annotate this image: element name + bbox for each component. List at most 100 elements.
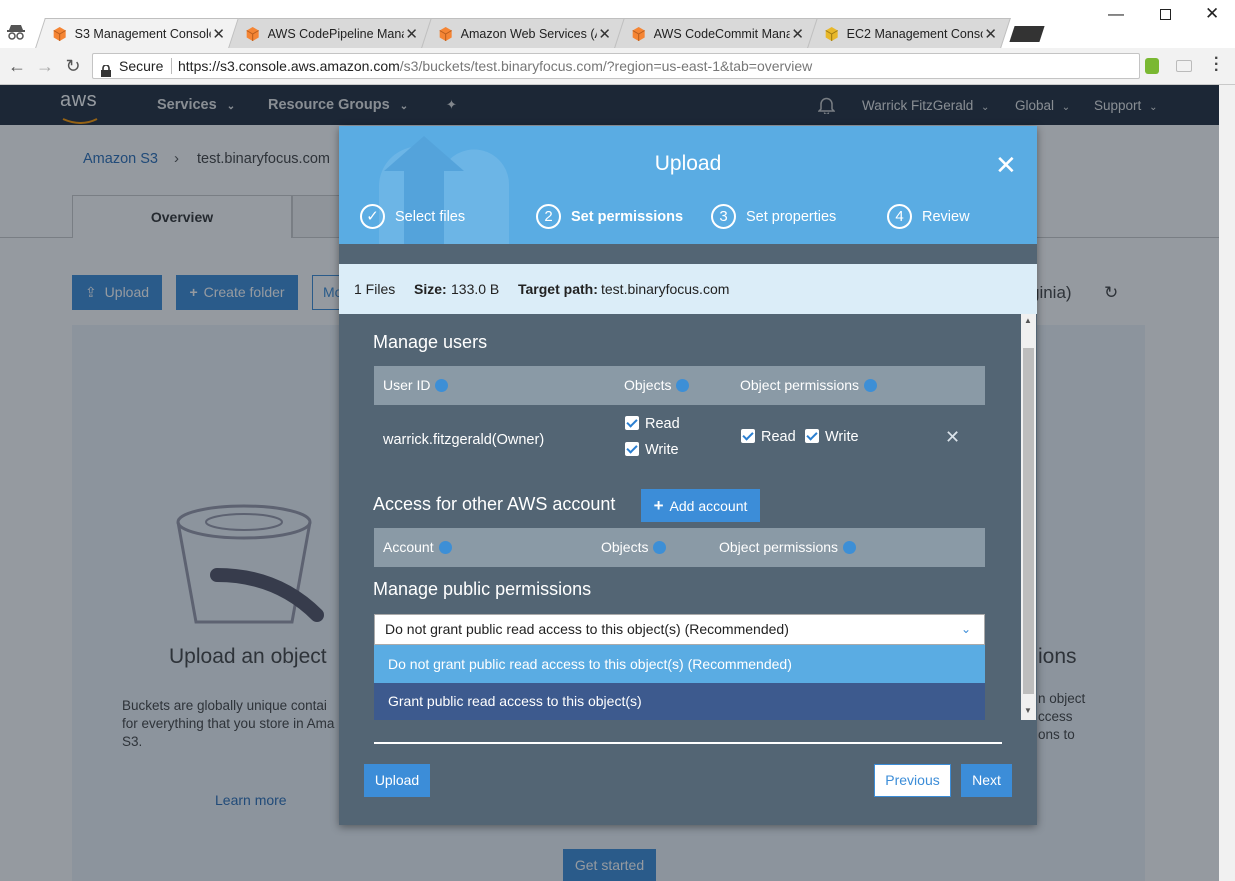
col-objects-label: Objects: [624, 377, 672, 393]
scrollbar-thumb[interactable]: [1023, 348, 1034, 694]
info-icon[interactable]: [843, 541, 857, 554]
url-divider: [171, 58, 172, 74]
url-path: /s3/buckets/test.binaryfocus.com/?region…: [399, 58, 813, 74]
browser-tab-codepipeline[interactable]: AWS CodePipeline Mana ✕: [228, 18, 432, 48]
tab-title: Amazon Web Services (A: [460, 26, 597, 41]
dialog-scrollbar[interactable]: ▲ ▼: [1021, 314, 1036, 720]
perm-write-checkbox[interactable]: Write: [805, 429, 859, 445]
tab-title: AWS CodePipeline Mana: [267, 26, 404, 41]
size-label: Size:: [414, 281, 447, 297]
file-count: 1 Files: [354, 281, 396, 297]
target-path-label: Target path:: [518, 281, 598, 297]
minimize-window-icon[interactable]: —: [1108, 6, 1124, 24]
upload-now-button[interactable]: Upload: [364, 764, 430, 797]
previous-button[interactable]: Previous: [874, 764, 951, 797]
incognito-icon: [6, 24, 26, 40]
col-object-permissions: Object permissions: [740, 377, 878, 393]
checkbox-checked-icon: [625, 442, 639, 456]
reload-icon[interactable]: ↻: [62, 55, 84, 77]
footer-divider: [374, 742, 1002, 744]
other-accounts-heading: Access for other AWS account: [373, 494, 616, 514]
col-user-id: User ID: [383, 377, 449, 393]
new-tab-button[interactable]: [1009, 26, 1045, 42]
plus-icon: +: [653, 496, 664, 515]
checkbox-label: Write: [645, 442, 679, 458]
close-tab-icon[interactable]: ✕: [211, 25, 227, 43]
col-objects: Objects: [624, 377, 690, 393]
upload-dialog: Upload ✕ ✓ Select files 2 Set permissions …: [339, 126, 1037, 825]
user-id-value: warrick.fitzgerald(Owner): [383, 432, 545, 448]
checkbox-label: Read: [761, 429, 796, 445]
step-set-permissions[interactable]: 2 Set permissions: [536, 204, 683, 229]
chevron-down-icon: ⌄: [961, 622, 972, 636]
aws-cube-icon: [246, 26, 260, 41]
check-circle-icon: ✓: [360, 204, 385, 229]
public-permissions-heading: Manage public permissions: [373, 579, 592, 599]
col-object-permissions: Object permissions: [719, 539, 857, 555]
close-icon[interactable]: ✕: [995, 152, 1017, 178]
checkbox-checked-icon: [741, 429, 755, 443]
close-tab-icon[interactable]: ✕: [983, 25, 999, 43]
tab-title: EC2 Management Conso: [846, 26, 983, 41]
step-review[interactable]: 4 Review: [887, 204, 970, 229]
info-icon[interactable]: [438, 541, 452, 554]
col-account: Account: [383, 539, 452, 555]
users-table-header: User ID Objects Object permissions: [374, 366, 985, 405]
close-tab-icon[interactable]: ✕: [404, 25, 420, 43]
lock-icon: [101, 60, 111, 77]
col-account-label: Account: [383, 539, 434, 555]
checkbox-label: Read: [645, 416, 680, 432]
checkbox-checked-icon: [625, 416, 639, 430]
scroll-down-arrow-icon[interactable]: ▼: [1024, 706, 1032, 715]
menu-dots-icon[interactable]: · · ·: [1214, 51, 1219, 79]
accounts-table-header: Account Objects Object permissions: [374, 528, 985, 567]
col-objects-label: Objects: [601, 539, 649, 555]
step-label: Review: [922, 208, 970, 225]
scroll-up-arrow-icon[interactable]: ▲: [1024, 316, 1032, 325]
col-user-id-label: User ID: [383, 377, 431, 393]
browser-tab-s3[interactable]: S3 Management Console ✕: [35, 18, 239, 48]
secure-label: Secure: [119, 58, 164, 74]
url-bar[interactable]: Secure https://s3.console.aws.amazon.com…: [92, 53, 1140, 79]
step-label: Select files: [395, 208, 466, 225]
tab-title: AWS CodeCommit Mana: [653, 26, 790, 41]
dropdown-option[interactable]: Do not grant public read access to this …: [374, 645, 985, 683]
url-host: https://s3.console.aws.amazon.com: [178, 58, 400, 74]
step-set-properties[interactable]: 3 Set properties: [711, 204, 836, 229]
browser-tab-ec2[interactable]: EC2 Management Conso ✕: [807, 18, 1011, 48]
upload-dialog-header: Upload ✕ ✓ Select files 2 Set permissions …: [339, 126, 1037, 244]
browser-tab-aws[interactable]: Amazon Web Services (A ✕: [421, 18, 625, 48]
browser-tab-codecommit[interactable]: AWS CodeCommit Mana ✕: [614, 18, 818, 48]
aws-cube-icon: [632, 26, 646, 41]
page-scrollbar[interactable]: [1219, 85, 1235, 881]
target-path-value: test.binaryfocus.com: [601, 281, 730, 297]
cast-icon[interactable]: [1176, 60, 1192, 72]
back-arrow-icon[interactable]: ←: [6, 55, 28, 77]
step-select-files[interactable]: ✓ Select files: [360, 204, 465, 229]
public-permissions-select[interactable]: Do not grant public read access to this …: [374, 614, 985, 645]
upload-summary-bar: 1 Files Size: 133.0 B Target path: test.…: [339, 264, 1037, 314]
tab-title: S3 Management Console: [74, 26, 211, 41]
add-account-label: Add account: [669, 498, 748, 514]
browser-tab-bar: S3 Management Console ✕ AWS CodePipeline…: [0, 0, 1235, 48]
step-label: Set permissions: [571, 208, 684, 225]
extension-icon[interactable]: [1145, 58, 1159, 74]
close-tab-icon[interactable]: ✕: [790, 25, 806, 43]
close-window-icon[interactable]: ✕: [1205, 4, 1219, 24]
next-button[interactable]: Next: [961, 764, 1012, 797]
maximize-window-icon[interactable]: [1160, 9, 1171, 20]
dropdown-option[interactable]: Grant public read access to this object(…: [374, 683, 985, 720]
info-icon[interactable]: [653, 541, 667, 554]
remove-user-icon[interactable]: ✕: [945, 427, 960, 448]
info-icon[interactable]: [435, 379, 449, 392]
info-icon[interactable]: [864, 379, 878, 392]
close-tab-icon[interactable]: ✕: [597, 25, 613, 43]
info-icon[interactable]: [676, 379, 690, 392]
step-label: Set properties: [746, 208, 837, 225]
upload-dialog-title: Upload: [654, 152, 722, 175]
forward-arrow-icon[interactable]: →: [34, 55, 56, 77]
add-account-button[interactable]: + Add account: [641, 489, 760, 522]
objects-read-checkbox[interactable]: Read: [625, 416, 680, 432]
perm-read-checkbox[interactable]: Read: [741, 429, 796, 445]
objects-write-checkbox[interactable]: Write: [625, 442, 679, 458]
